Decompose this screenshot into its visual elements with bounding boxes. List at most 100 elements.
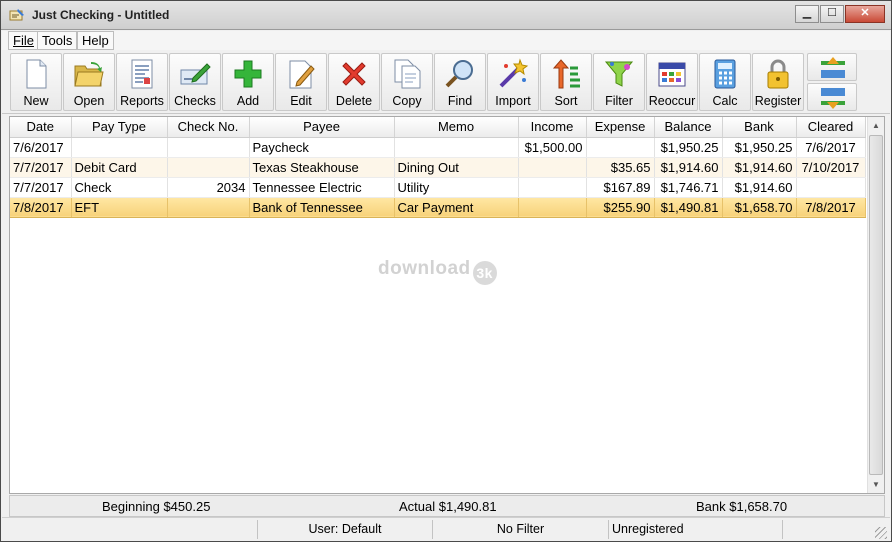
- add-label: Add: [236, 94, 260, 108]
- register-header: Date Pay Type Check No. Payee Memo Incom…: [10, 117, 866, 138]
- find-button[interactable]: Find: [434, 53, 486, 111]
- edit-icon: [289, 60, 315, 89]
- move-up-icon: [821, 57, 845, 78]
- cell-payee: Paycheck: [249, 137, 395, 158]
- move-down-button[interactable]: [807, 83, 857, 111]
- calc-label: Calc: [712, 94, 738, 108]
- cell-date: 7/7/2017: [10, 157, 72, 178]
- menu-help[interactable]: Help: [77, 31, 114, 50]
- maximize-button[interactable]: ☐: [820, 5, 844, 23]
- register-button[interactable]: Register: [752, 53, 804, 111]
- cell-date: 7/7/2017: [10, 177, 72, 198]
- title-bar[interactable]: Just Checking - Untitled ▁ ☐ ✕: [1, 1, 891, 30]
- open-button[interactable]: Open: [63, 53, 115, 111]
- cell-date: 7/8/2017: [10, 197, 72, 218]
- reoccur-button[interactable]: Reoccur: [646, 53, 698, 111]
- cell-check-no: 2034: [167, 177, 250, 198]
- delete-icon: [342, 62, 366, 86]
- reports-button[interactable]: Reports: [116, 53, 168, 111]
- status-registration: Unregistered: [609, 520, 783, 539]
- filter-icon: [604, 61, 634, 87]
- open-folder-icon: [74, 62, 104, 87]
- col-pay-type[interactable]: Pay Type: [71, 117, 168, 138]
- sort-button[interactable]: Sort: [540, 53, 592, 111]
- toolbar: New Open Reports Checks Add Edit Delete …: [2, 51, 890, 114]
- open-label: Open: [73, 94, 105, 108]
- col-date[interactable]: Date: [10, 117, 72, 138]
- cell-expense: $255.90: [586, 197, 655, 218]
- add-icon: [234, 60, 262, 88]
- cell-bank: $1,914.60: [722, 177, 797, 198]
- cell-memo: Dining Out: [394, 157, 519, 178]
- register-grid[interactable]: Date Pay Type Check No. Payee Memo Incom…: [9, 116, 885, 494]
- menu-tools[interactable]: Tools: [37, 31, 78, 50]
- new-button[interactable]: New: [10, 53, 62, 111]
- close-button[interactable]: ✕: [845, 5, 885, 23]
- col-bank[interactable]: Bank: [722, 117, 797, 138]
- watermark-text: download: [378, 258, 471, 279]
- reports-icon: [131, 59, 153, 89]
- register-table: Date Pay Type Check No. Payee Memo Incom…: [10, 117, 866, 218]
- scroll-thumb[interactable]: [869, 135, 883, 475]
- find-icon: [445, 60, 473, 88]
- copy-label: Copy: [392, 94, 422, 108]
- app-checkbook-icon: [9, 9, 24, 21]
- cell-pay-type: Debit Card: [71, 157, 168, 178]
- cell-expense: [586, 137, 655, 158]
- cell-cleared: 7/6/2017: [796, 137, 866, 158]
- calc-button[interactable]: Calc: [699, 53, 751, 111]
- cell-payee: Texas Steakhouse: [249, 157, 395, 178]
- scroll-up-icon[interactable]: ▲: [868, 117, 884, 134]
- edit-button[interactable]: Edit: [275, 53, 327, 111]
- move-up-button[interactable]: [807, 53, 857, 81]
- copy-button[interactable]: Copy: [381, 53, 433, 111]
- reports-label: Reports: [120, 94, 164, 108]
- find-label: Find: [447, 94, 473, 108]
- cell-balance: $1,914.60: [654, 157, 723, 178]
- col-income[interactable]: Income: [518, 117, 587, 138]
- cell-bank: $1,658.70: [722, 197, 797, 218]
- import-label: Import: [495, 94, 531, 108]
- cell-check-no: [167, 137, 250, 158]
- cell-pay-type: [71, 137, 168, 158]
- cell-bank: $1,950.25: [722, 137, 797, 158]
- cell-expense: $35.65: [586, 157, 655, 178]
- add-button[interactable]: Add: [222, 53, 274, 111]
- scroll-down-icon[interactable]: ▼: [868, 476, 884, 493]
- resize-grip-icon[interactable]: [875, 527, 887, 539]
- sort-icon: [552, 59, 580, 89]
- table-row[interactable]: 7/7/2017 Debit Card Texas Steakhouse Din…: [10, 157, 866, 178]
- menu-file-label: File: [13, 33, 34, 48]
- vertical-scrollbar[interactable]: ▲ ▼: [867, 117, 884, 493]
- col-check-no[interactable]: Check No.: [167, 117, 250, 138]
- menu-file[interactable]: File: [8, 31, 39, 50]
- delete-label: Delete: [335, 94, 373, 108]
- col-memo[interactable]: Memo: [394, 117, 519, 138]
- cell-balance: $1,490.81: [654, 197, 723, 218]
- download3k-watermark: download 3k: [378, 258, 497, 285]
- cell-check-no: [167, 157, 250, 178]
- import-button[interactable]: Import: [487, 53, 539, 111]
- table-row-selected[interactable]: 7/8/2017 EFT Bank of Tennessee Car Payme…: [10, 197, 866, 218]
- delete-button[interactable]: Delete: [328, 53, 380, 111]
- col-balance[interactable]: Balance: [654, 117, 723, 138]
- cell-balance: $1,746.71: [654, 177, 723, 198]
- minimize-button[interactable]: ▁: [795, 5, 819, 23]
- padlock-icon: [767, 59, 789, 89]
- cell-income: $1,500.00: [518, 137, 587, 158]
- status-bar: User: Default No Filter Unregistered: [2, 517, 890, 541]
- menu-bar: File Tools Help: [2, 31, 890, 50]
- cell-check-no: [167, 197, 250, 218]
- col-payee[interactable]: Payee: [249, 117, 395, 138]
- cell-date: 7/6/2017: [10, 137, 72, 158]
- col-expense[interactable]: Expense: [586, 117, 655, 138]
- cell-income: [518, 157, 587, 178]
- cell-payee: Tennessee Electric: [249, 177, 395, 198]
- filter-button[interactable]: Filter: [593, 53, 645, 111]
- table-row[interactable]: 7/7/2017 Check 2034 Tennessee Electric U…: [10, 177, 866, 198]
- checks-icon: [180, 63, 211, 85]
- checks-button[interactable]: Checks: [169, 53, 221, 111]
- col-cleared[interactable]: Cleared: [796, 117, 866, 138]
- copy-icon: [394, 59, 421, 89]
- table-row[interactable]: 7/6/2017 Paycheck $1,500.00 $1,950.25 $1…: [10, 137, 866, 158]
